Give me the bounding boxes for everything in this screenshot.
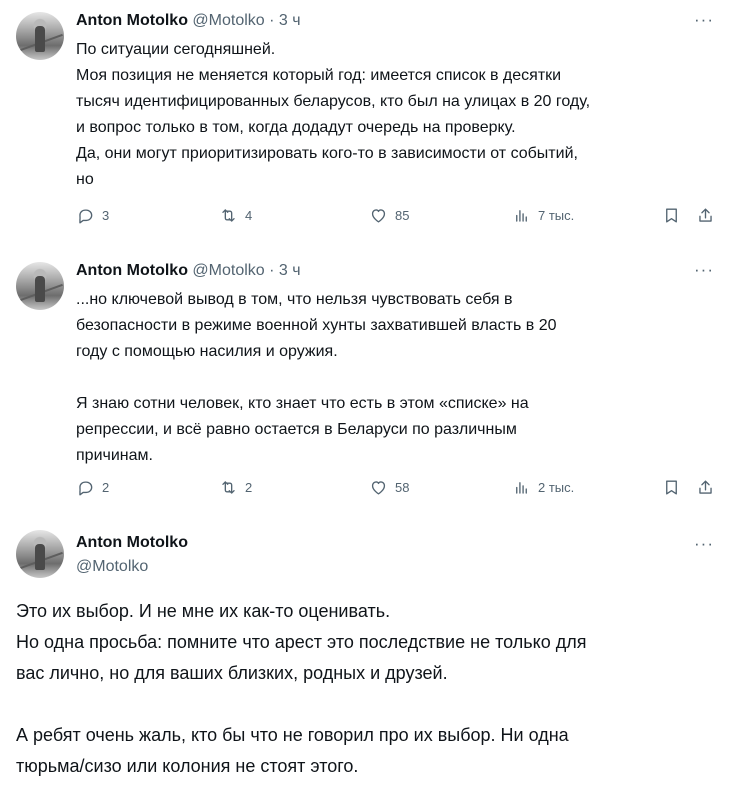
author-name[interactable]: Anton Motolko xyxy=(76,12,188,29)
views-button[interactable]: 2 тыс. xyxy=(512,478,574,497)
bookmark-icon xyxy=(666,208,677,223)
bookmark-icon xyxy=(666,480,677,495)
tweet-header: Anton Motolko @Motolko · 3 ч xyxy=(76,262,301,280)
tweet-text: По ситуации сегодняшней. Моя позиция не … xyxy=(76,41,591,188)
separator-dot: · xyxy=(269,12,275,29)
author-handle[interactable]: @Motolko xyxy=(76,558,148,576)
views-count: 7 тыс. xyxy=(538,208,575,223)
reply-count: 3 xyxy=(102,208,110,223)
views-icon xyxy=(516,482,527,494)
reply-button[interactable]: 3 xyxy=(76,206,109,225)
share-icon xyxy=(699,480,712,494)
like-count: 58 xyxy=(395,480,410,495)
bookmark-button[interactable] xyxy=(662,478,681,497)
like-button[interactable]: 85 xyxy=(369,206,409,225)
tweet-header: Anton Motolko @Motolko · 3 ч xyxy=(76,12,301,30)
repost-count: 2 xyxy=(245,480,253,495)
views-button[interactable]: 7 тыс. xyxy=(512,206,574,225)
like-icon xyxy=(371,481,386,495)
action-bar: 3 4 85 7 тыс. xyxy=(76,206,716,230)
author-handle[interactable]: @Motolko xyxy=(192,12,264,29)
author-name[interactable]: Anton Motolko xyxy=(76,534,188,552)
reply-button[interactable]: 2 xyxy=(76,478,109,497)
reply-icon xyxy=(79,209,93,224)
share-button[interactable] xyxy=(696,478,715,497)
like-button[interactable]: 58 xyxy=(369,478,409,497)
avatar[interactable] xyxy=(16,530,64,578)
like-icon xyxy=(371,209,386,223)
more-options-icon[interactable]: ··· xyxy=(694,260,714,280)
author-handle[interactable]: @Motolko xyxy=(192,262,264,279)
more-options-icon[interactable]: ··· xyxy=(694,534,714,554)
share-icon xyxy=(699,208,712,222)
reply-count: 2 xyxy=(102,480,110,495)
like-count: 85 xyxy=(395,208,410,223)
author-name[interactable]: Anton Motolko xyxy=(76,262,188,279)
repost-count: 4 xyxy=(245,208,253,223)
share-button[interactable] xyxy=(696,206,715,225)
views-icon xyxy=(516,210,527,222)
avatar[interactable] xyxy=(16,262,64,310)
tweet-text: ...но ключевой вывод в том, что нельзя ч… xyxy=(76,291,557,464)
tweet[interactable]: Anton Motolko @Motolko · 3 ч ··· По ситу… xyxy=(0,0,732,250)
repost-button[interactable]: 2 xyxy=(219,478,252,497)
views-count: 2 тыс. xyxy=(538,480,575,495)
separator-dot: · xyxy=(269,262,275,279)
tweet[interactable]: Anton Motolko @Motolko · 3 ч ··· ...но к… xyxy=(0,250,732,512)
repost-button[interactable]: 4 xyxy=(219,206,252,225)
more-options-icon[interactable]: ··· xyxy=(694,10,714,30)
timestamp[interactable]: 3 ч xyxy=(279,262,301,279)
reply-icon xyxy=(79,481,93,496)
bookmark-button[interactable] xyxy=(662,206,681,225)
repost-icon xyxy=(222,481,235,494)
main-tweet: Anton Motolko @Motolko ··· Это их выбор.… xyxy=(0,512,732,788)
avatar[interactable] xyxy=(16,12,64,60)
repost-icon xyxy=(222,209,235,222)
tweet-text: Это их выбор. И не мне их как-то оценива… xyxy=(16,601,587,776)
timestamp[interactable]: 3 ч xyxy=(279,12,301,29)
action-bar: 2 2 58 2 тыс. xyxy=(76,478,716,502)
